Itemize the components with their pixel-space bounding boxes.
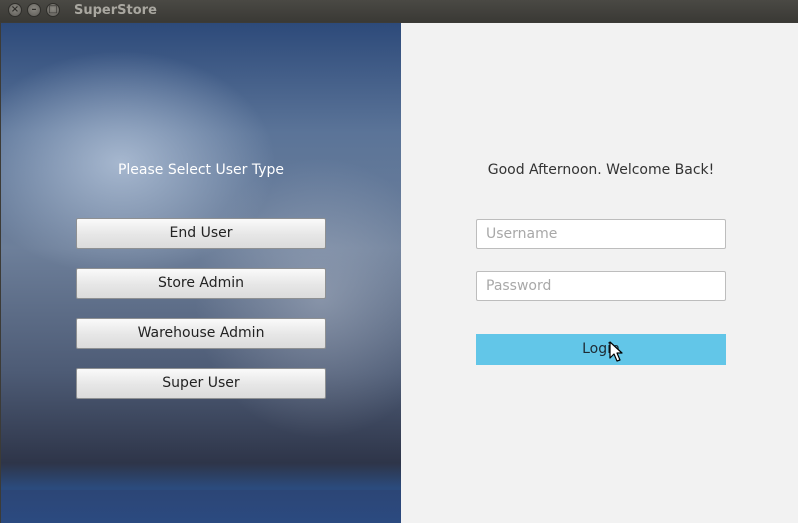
- login-panel: Good Afternoon. Welcome Back! Login: [401, 23, 798, 523]
- title-bar: × – □ SuperStore: [0, 0, 798, 22]
- maximize-window-button[interactable]: □: [46, 3, 60, 17]
- end-user-button[interactable]: End User: [76, 218, 326, 249]
- super-user-button[interactable]: Super User: [76, 368, 326, 399]
- app-window: × – □ SuperStore Please Select User Type…: [0, 0, 798, 523]
- store-admin-button[interactable]: Store Admin: [76, 268, 326, 299]
- warehouse-admin-button[interactable]: Warehouse Admin: [76, 318, 326, 349]
- user-type-heading: Please Select User Type: [117, 162, 285, 178]
- maximize-icon: □: [48, 4, 58, 15]
- close-icon: ×: [10, 4, 20, 15]
- close-window-button[interactable]: ×: [8, 3, 22, 17]
- panel-bottom-strip: [1, 490, 401, 523]
- greeting-text: Good Afternoon. Welcome Back!: [487, 162, 715, 178]
- minimize-window-button[interactable]: –: [27, 3, 41, 17]
- arrow-cursor-icon: [609, 341, 623, 362]
- minimize-icon: –: [31, 4, 37, 15]
- login-button[interactable]: Login: [476, 334, 726, 365]
- password-field[interactable]: [476, 271, 726, 301]
- user-type-panel: Please Select User Type End User Store A…: [1, 23, 401, 523]
- username-field[interactable]: [476, 219, 726, 249]
- window-title: SuperStore: [74, 3, 157, 18]
